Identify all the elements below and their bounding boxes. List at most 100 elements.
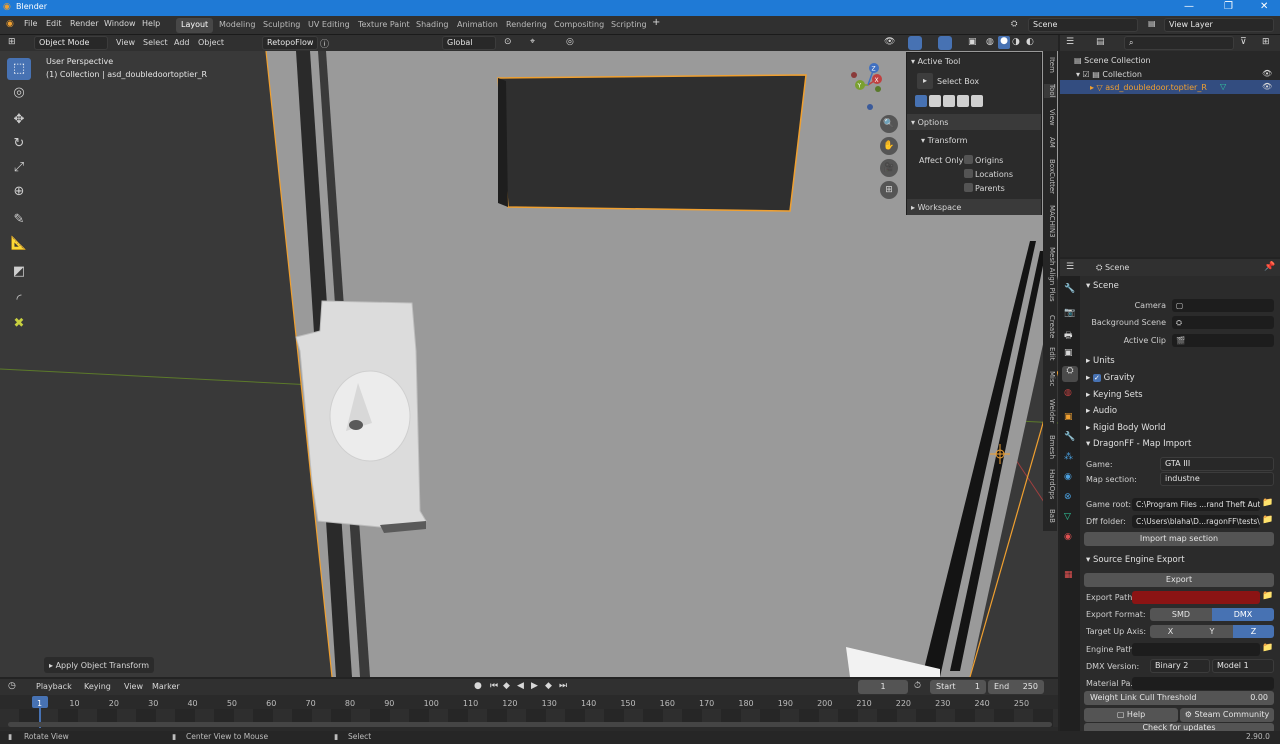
tab-modeling[interactable]: Modeling <box>214 18 260 33</box>
weight-link-cull-field[interactable]: Weight Link Cull Threshold 0.00 <box>1084 691 1274 705</box>
tab-tool[interactable]: Tool <box>1044 84 1056 98</box>
grid-toggle-icon[interactable]: ⊞ <box>880 181 898 199</box>
engine-path-folder-icon[interactable]: 📁 <box>1262 643 1273 653</box>
camera-view-icon[interactable]: 🎥 <box>880 159 898 177</box>
tab-am[interactable]: AM <box>1044 137 1056 148</box>
material-props-icon[interactable]: ◉ <box>1064 532 1072 542</box>
dff-folder-icon[interactable]: 📁 <box>1262 515 1273 525</box>
audio-section[interactable]: ▸ Audio <box>1086 406 1117 416</box>
dragonff-section[interactable]: ▾ DragonFF - Map Import <box>1086 439 1191 449</box>
menu-window[interactable]: Window <box>104 19 136 28</box>
engine-path-field[interactable] <box>1132 643 1260 656</box>
pin-icon[interactable]: 📌 <box>1264 262 1275 272</box>
new-collection-icon[interactable]: ⊞ <box>1262 37 1270 47</box>
move-tool-icon[interactable]: ✥ <box>7 109 31 131</box>
locations-checkbox[interactable] <box>964 169 973 178</box>
last-operation-panel[interactable]: ▸ Apply Object Transform <box>44 657 154 673</box>
annotate-tool-icon[interactable]: ✎ <box>7 209 31 231</box>
wireframe-shading-icon[interactable]: ◍ <box>986 37 994 47</box>
zoom-icon[interactable]: 🔍 <box>880 115 898 133</box>
object-visibility-icon[interactable]: 👁 <box>1262 82 1272 91</box>
object-props-icon[interactable]: ▣ <box>1064 412 1073 422</box>
origins-checkbox[interactable] <box>964 155 973 164</box>
current-frame-field[interactable]: 1 <box>858 680 908 694</box>
axis-x-button[interactable]: X <box>1150 625 1191 638</box>
outliner-collection[interactable]: ▾ ☑ ▤ Collection <box>1076 70 1142 79</box>
tab-sculpting[interactable]: Sculpting <box>258 18 305 33</box>
viewport-menu-view[interactable]: View <box>116 38 135 47</box>
scene-props-icon[interactable]: ⛭ <box>1062 366 1078 382</box>
3d-viewport[interactable]: User Perspective (1) Collection | asd_do… <box>0 51 1058 677</box>
dmx-model-select[interactable]: Model 1 <box>1212 659 1274 673</box>
select-box-tool-icon[interactable]: ⬚ <box>7 58 31 80</box>
tab-misc[interactable]: Misc <box>1044 371 1056 386</box>
filter-icon[interactable]: ⊽ <box>1240 37 1247 47</box>
hardops-tool-icon[interactable]: ✖ <box>7 313 31 335</box>
texture-props-icon[interactable]: ▦ <box>1064 570 1073 580</box>
select-mode-subtract-icon[interactable] <box>943 95 955 107</box>
export-button[interactable]: Export <box>1084 573 1274 587</box>
keying-sets-section[interactable]: ▸ Keying Sets <box>1086 390 1143 400</box>
tab-machin3[interactable]: MACHIN3 <box>1044 205 1056 238</box>
timeline-scrollbar[interactable] <box>8 722 1052 727</box>
output-props-icon[interactable]: 🖶 <box>1064 328 1073 344</box>
outliner-object-row[interactable]: ▸ ▽ asd_doubledoor.toptier_R ▽ 👁 <box>1060 80 1280 94</box>
outliner-scene-collection[interactable]: ▤ Scene Collection <box>1074 56 1151 65</box>
minimize-icon[interactable]: — <box>1184 1 1194 12</box>
scene-selector[interactable]: Scene <box>1028 18 1138 32</box>
play-reverse-icon[interactable]: ◀ <box>517 681 524 691</box>
axis-z-button[interactable]: Z <box>1233 625 1274 638</box>
select-mode-invert-icon[interactable] <box>957 95 969 107</box>
boxcutter-tool-icon[interactable]: ◜ <box>7 289 31 311</box>
modifier-props-icon[interactable]: 🔧 <box>1064 432 1075 442</box>
outliner-editor-icon[interactable]: ☰ <box>1066 37 1074 47</box>
dmx-binary-select[interactable]: Binary 2 <box>1150 659 1210 673</box>
record-icon[interactable]: ● <box>474 681 482 691</box>
options-header[interactable]: ▾ Options <box>907 114 1041 130</box>
mode-selector[interactable]: Object Mode <box>34 36 108 50</box>
pan-hand-icon[interactable]: ✋ <box>880 137 898 155</box>
view-layer-icon[interactable]: ▤ <box>1148 19 1156 28</box>
tab-layout[interactable]: Layout <box>176 18 214 33</box>
close-icon[interactable]: ✕ <box>1260 1 1268 12</box>
tab-view[interactable]: View <box>1044 109 1056 126</box>
prev-keyframe-icon[interactable]: ◆ <box>503 681 510 691</box>
gravity-checkbox[interactable]: ✓ <box>1092 374 1101 382</box>
next-keyframe-icon[interactable]: ◆ <box>545 681 552 691</box>
format-dmx-button[interactable]: DMX <box>1212 608 1274 621</box>
timeline-editor-icon[interactable]: ◷ <box>8 681 16 691</box>
select-box-icon[interactable]: ▸ <box>917 73 933 89</box>
help-button[interactable]: ▢ Help <box>1084 708 1178 722</box>
game-root-folder-icon[interactable]: 📁 <box>1262 498 1273 508</box>
scene-icon[interactable]: ⛭ <box>1011 19 1017 29</box>
editor-type-icon[interactable]: ⊞ <box>8 37 16 47</box>
physics-props-icon[interactable]: ◉ <box>1064 472 1072 482</box>
source-export-section[interactable]: ▾ Source Engine Export <box>1086 555 1185 565</box>
jump-end-icon[interactable]: ⏭ <box>559 681 567 691</box>
timeline-menu-marker[interactable]: Marker <box>152 682 180 691</box>
export-path-folder-icon[interactable]: 📁 <box>1262 591 1273 601</box>
view-layer-props-icon[interactable]: ▣ <box>1064 348 1073 358</box>
tool-props-icon[interactable]: 🔧 <box>1064 284 1075 294</box>
rendered-shading-icon[interactable]: ◐ <box>1026 37 1034 47</box>
play-icon[interactable]: ▶ <box>531 681 538 691</box>
overlay-toggle-icon[interactable] <box>938 36 952 50</box>
add-workspace-icon[interactable]: + <box>652 17 660 28</box>
tab-edit[interactable]: Edit <box>1044 347 1056 361</box>
menu-edit[interactable]: Edit <box>46 19 62 28</box>
tab-rendering[interactable]: Rendering <box>501 18 552 33</box>
tab-shading[interactable]: Shading <box>411 18 454 33</box>
outliner-search-input[interactable]: ⌕ <box>1124 36 1234 50</box>
rigid-body-section[interactable]: ▸ Rigid Body World <box>1086 423 1166 433</box>
snap-icon[interactable]: ⌖ <box>530 37 535 47</box>
units-section[interactable]: ▸ Units <box>1086 356 1115 366</box>
axis-y-button[interactable]: Y <box>1191 625 1233 638</box>
gizmo-toggle-icon[interactable] <box>908 36 922 50</box>
blender-menu-icon[interactable]: ◉ <box>6 19 14 29</box>
material-shading-icon[interactable]: ◑ <box>1012 37 1020 47</box>
select-mode-new-icon[interactable] <box>915 95 927 107</box>
tab-create[interactable]: Create <box>1044 315 1056 338</box>
workspace-header[interactable]: ▸ Workspace <box>907 199 1041 215</box>
transform-subheader[interactable]: ▾ Transform <box>921 136 967 145</box>
format-smd-button[interactable]: SMD <box>1150 608 1212 621</box>
